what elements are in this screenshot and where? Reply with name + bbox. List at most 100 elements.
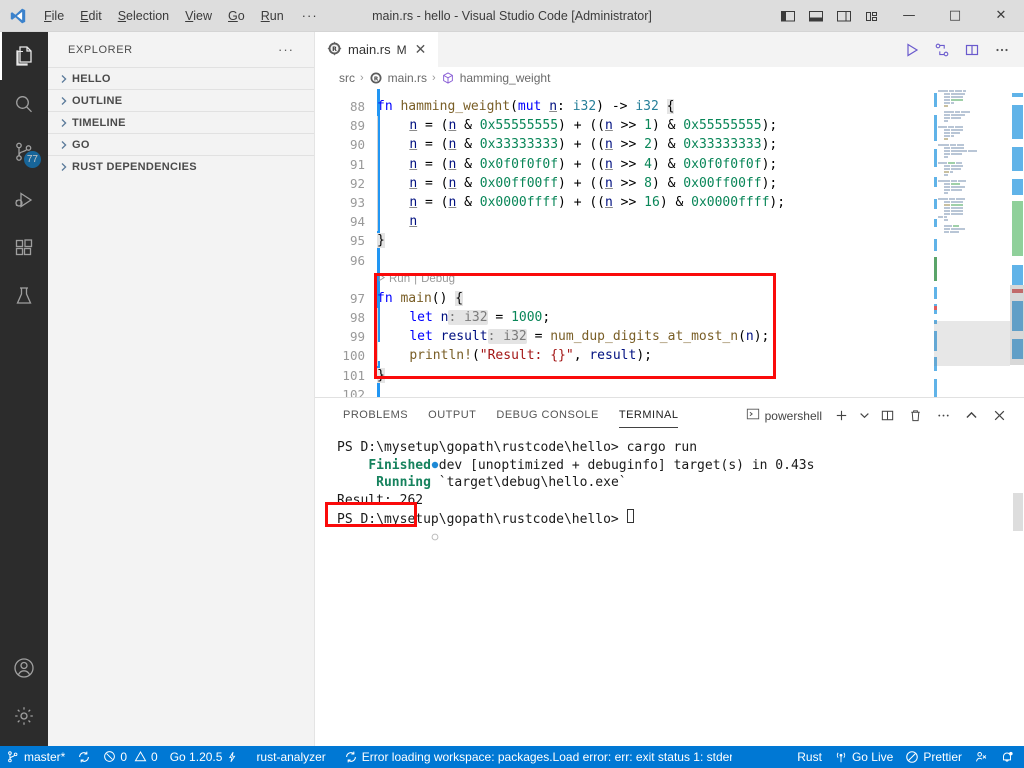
minimap-token (951, 92, 965, 95)
new-terminal-icon[interactable] (828, 402, 854, 430)
minimap-token (944, 110, 954, 113)
code-text: n (377, 212, 417, 232)
trash-icon[interactable] (902, 402, 928, 430)
status-go-version[interactable]: Go 1.20.5 (164, 746, 245, 768)
terminal-selector[interactable]: powershell (746, 407, 826, 424)
maximize-button[interactable]: □ (932, 0, 978, 32)
activity-item-explorer[interactable] (0, 32, 48, 80)
minimap-token (968, 149, 977, 152)
title-bar: File Edit Selection View Go Run ··· main… (0, 0, 1024, 32)
command-success-marker (321, 439, 438, 492)
minimap-token (951, 116, 961, 119)
menu-more[interactable]: ··· (292, 8, 328, 23)
minimap-lines (934, 89, 1010, 233)
codelens-run-debug[interactable]: Run | Debug (315, 270, 1024, 289)
editor-tab-close-icon[interactable]: ✕ (413, 41, 429, 58)
panel-tab-problems[interactable]: PROBLEMS (333, 398, 418, 433)
activity-item-search[interactable] (0, 80, 48, 128)
activity-item-settings[interactable] (0, 692, 48, 740)
panel-header: PROBLEMS OUTPUT DEBUG CONSOLE TERMINAL p… (315, 398, 1024, 433)
code-editor[interactable]: 88 fn hamming_weight(mut n: i32) -> i32 … (315, 89, 1024, 397)
breadcrumb-item-main-rs[interactable]: main.rs (388, 71, 427, 85)
overview-change-mark (1012, 105, 1023, 139)
minimap-token (944, 170, 949, 173)
close-panel-icon[interactable] (986, 402, 1012, 430)
editor-actions (898, 32, 1024, 67)
terminal-scrollbar[interactable] (1013, 493, 1023, 531)
minimap-token (944, 191, 948, 194)
minimap-token (944, 167, 950, 170)
status-feedback[interactable] (968, 746, 994, 768)
minimap-slider[interactable] (934, 321, 1010, 366)
menu-selection[interactable]: Selection (110, 0, 177, 32)
activity-item-testing[interactable] (0, 272, 48, 320)
close-button[interactable]: ✕ (978, 0, 1024, 32)
minimap-token (944, 128, 950, 131)
overview-change-mark (1012, 147, 1023, 171)
activity-item-source-control[interactable]: 77 (0, 128, 48, 176)
status-rust-analyzer[interactable]: rust-analyzer (244, 746, 331, 768)
status-prettier[interactable]: Prettier (899, 746, 968, 768)
menu-go[interactable]: Go (220, 0, 253, 32)
line-number (315, 89, 377, 97)
customize-layout-icon[interactable] (858, 0, 886, 32)
terminal-line: Result: 262 (321, 492, 1024, 510)
status-problems[interactable]: 0 0 (97, 746, 163, 768)
panel-tab-debug-console[interactable]: DEBUG CONSOLE (486, 398, 608, 433)
menu-view[interactable]: View (177, 0, 220, 32)
editor-more-actions-icon[interactable] (988, 32, 1016, 67)
breadcrumb-item-src[interactable]: src (339, 71, 355, 85)
panel-tab-terminal[interactable]: TERMINAL (609, 398, 689, 433)
codelens-run-label[interactable]: Run (389, 270, 410, 289)
minimap-token (951, 146, 964, 149)
status-go-live[interactable]: Go Live (828, 746, 899, 768)
minimap[interactable] (934, 89, 1010, 397)
sidebar-section-outline[interactable]: OUTLINE (48, 89, 314, 111)
minimap-token (944, 116, 950, 119)
breadcrumb-item-hamming-weight[interactable]: hamming_weight (460, 71, 551, 85)
maximize-panel-icon[interactable] (958, 402, 984, 430)
activity-item-run-debug[interactable] (0, 176, 48, 224)
sidebar-more-actions[interactable]: ··· (278, 42, 294, 57)
menu-run[interactable]: Run (253, 0, 292, 32)
terminal-output[interactable]: PS D:\mysetup\gopath\rustcode\hello> car… (315, 433, 1024, 746)
toggle-panel-icon[interactable] (802, 0, 830, 32)
rust-analyzer-actions-icon[interactable] (928, 32, 956, 67)
toggle-primary-sidebar-icon[interactable] (774, 0, 802, 32)
panel-actions: powershell (746, 402, 1016, 430)
menu-file[interactable]: File (36, 0, 72, 32)
minimap-line (940, 230, 1010, 233)
line-number: 96 (349, 252, 365, 268)
activity-item-extensions[interactable] (0, 224, 48, 272)
status-sync[interactable] (71, 746, 97, 768)
sidebar-section-rust-dependencies[interactable]: RUST DEPENDENCIES (48, 155, 314, 177)
menu-edit[interactable]: Edit (72, 0, 110, 32)
minimap-token (944, 218, 948, 221)
split-terminal-icon[interactable] (874, 402, 900, 430)
editor-vertical-scrollbar[interactable] (1010, 285, 1024, 365)
sidebar-section-label: OUTLINE (72, 94, 123, 107)
minimize-button[interactable]: — (886, 0, 932, 32)
split-editor-icon[interactable] (958, 32, 986, 67)
menu-bar: File Edit Selection View Go Run ··· (36, 0, 328, 32)
sidebar-section-go[interactable]: GO (48, 133, 314, 155)
panel-more-actions-icon[interactable] (930, 402, 956, 430)
run-code-icon[interactable] (898, 32, 926, 67)
overview-ruler[interactable] (1010, 89, 1024, 397)
chevron-right-icon (56, 162, 72, 172)
editor-tab-main-rs[interactable]: R main.rs M ✕ (315, 32, 440, 67)
status-branch[interactable]: master* (0, 746, 71, 768)
minimap-token (953, 224, 959, 227)
sidebar-section-timeline[interactable]: TIMELINE (48, 111, 314, 133)
toggle-secondary-sidebar-icon[interactable] (830, 0, 858, 32)
status-workspace-error-label: Error loading workspace: packages.Load e… (361, 750, 732, 764)
status-language-mode[interactable]: Rust (791, 746, 828, 768)
status-workspace-error[interactable]: Error loading workspace: packages.Load e… (332, 746, 732, 768)
activity-item-accounts[interactable] (0, 644, 48, 692)
sidebar-section-hello[interactable]: HELLO (48, 67, 314, 89)
panel-tab-output[interactable]: OUTPUT (418, 398, 486, 433)
minimap-token (951, 152, 962, 155)
chevron-down-icon[interactable] (856, 402, 872, 430)
status-notifications[interactable] (994, 746, 1024, 768)
codelens-debug-label[interactable]: Debug (421, 270, 455, 289)
